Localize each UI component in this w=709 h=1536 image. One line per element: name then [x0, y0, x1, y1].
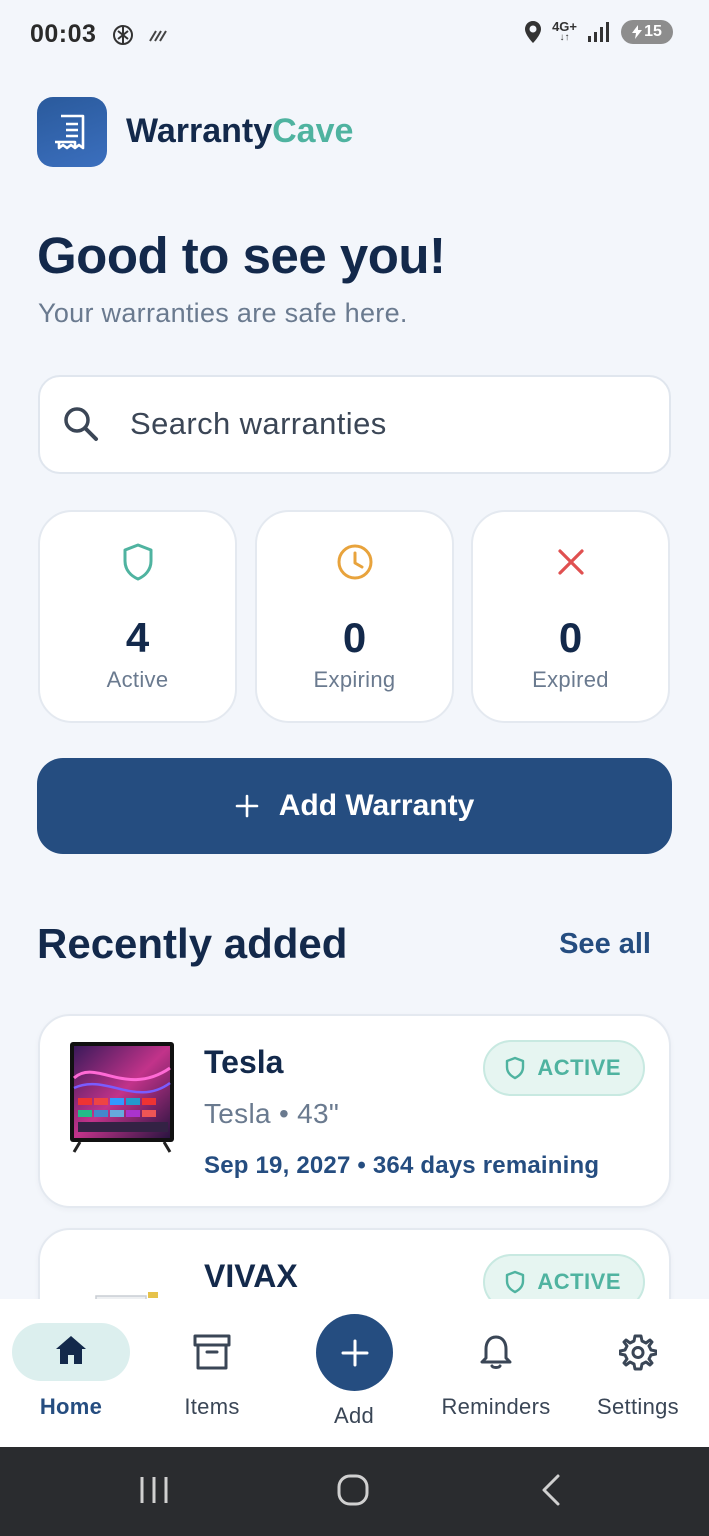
tv-thumbnail: [70, 1042, 174, 1153]
nav-label: Home: [39, 1394, 103, 1419]
bell-icon: [480, 1335, 512, 1369]
stat-value: 4: [125, 614, 150, 661]
stat-value: 0: [558, 614, 583, 661]
greeting-title: Good to see you!: [37, 227, 446, 284]
status-badge-label: ACTIVE: [537, 1055, 621, 1080]
app-name-accent: Cave: [272, 112, 354, 150]
section-title-recent: Recently added: [37, 920, 348, 967]
status-badge: ACTIVE: [483, 1040, 645, 1096]
nav-item-add[interactable]: Add: [294, 1299, 414, 1447]
receipt-icon: [55, 114, 85, 150]
item-name: VIVAX: [204, 1258, 298, 1294]
nav-label: Items: [184, 1394, 240, 1419]
battery-indicator: 15: [621, 20, 673, 44]
shield-icon: [123, 543, 152, 581]
back-icon[interactable]: [538, 1473, 564, 1507]
add-warranty-label: Add Warranty: [278, 789, 475, 822]
warranty-card[interactable]: Tesla Tesla • 43" Sep 19, 2027 • 364 day…: [38, 1014, 671, 1208]
nav-label: Add: [333, 1403, 375, 1428]
nav-item-settings[interactable]: Settings: [582, 1299, 694, 1447]
recent-apps-icon[interactable]: [138, 1473, 170, 1507]
status-bar: 00:03 4G+ ↓↑ 15: [0, 0, 709, 70]
charging-icon: [632, 25, 643, 39]
greeting-subtitle: Your warranties are safe here.: [38, 298, 408, 328]
item-expiry: Sep 19, 2027 • 364 days remaining: [204, 1152, 600, 1179]
app-screen: 00:03 4G+ ↓↑ 15 WarrantyCave Good to see…: [0, 0, 709, 1536]
location-icon: [525, 21, 542, 43]
bottom-navigation: Home Items Add Reminders Settings: [0, 1299, 709, 1447]
shield-icon: [506, 1056, 525, 1080]
nav-label: Reminders: [441, 1394, 551, 1419]
system-navigation-bar: [0, 1447, 709, 1536]
app-name: WarrantyCave: [126, 112, 353, 151]
stat-label: Expiring: [313, 667, 396, 692]
nav-label: Settings: [597, 1394, 679, 1419]
plus-icon: [235, 794, 259, 818]
close-icon: [557, 549, 584, 575]
search-input[interactable]: [130, 401, 630, 447]
shield-icon: [506, 1270, 525, 1294]
home-icon: [56, 1336, 86, 1364]
status-badge-label: ACTIVE: [537, 1269, 621, 1294]
stat-card-active[interactable]: 4 Active: [38, 510, 237, 723]
ai-app-icon: [113, 25, 133, 45]
see-all-link[interactable]: See all: [559, 928, 651, 961]
clock-icon: [337, 544, 372, 580]
archive-icon: [193, 1334, 231, 1370]
nav-item-home[interactable]: Home: [12, 1299, 130, 1447]
add-warranty-button[interactable]: Add Warranty: [37, 758, 672, 854]
app-logo: [37, 97, 107, 167]
no-sim-icon: [149, 30, 167, 42]
status-time: 00:03: [30, 20, 97, 48]
app-name-primary: Warranty: [126, 112, 273, 150]
nav-item-reminders[interactable]: Reminders: [430, 1299, 562, 1447]
stat-label: Active: [106, 667, 169, 692]
stat-value: 0: [342, 614, 367, 661]
stat-label: Expired: [532, 667, 609, 692]
signal-icon: [588, 22, 609, 42]
nav-item-items[interactable]: Items: [152, 1299, 272, 1447]
stat-card-expired[interactable]: 0 Expired: [471, 510, 670, 723]
battery-level: 15: [644, 23, 662, 40]
item-details: Tesla • 43": [204, 1098, 340, 1129]
stat-card-expiring[interactable]: 0 Expiring: [255, 510, 454, 723]
home-button-icon[interactable]: [336, 1473, 370, 1507]
search-icon: [64, 407, 98, 441]
gear-icon: [619, 1334, 657, 1371]
item-name: Tesla: [204, 1044, 284, 1080]
